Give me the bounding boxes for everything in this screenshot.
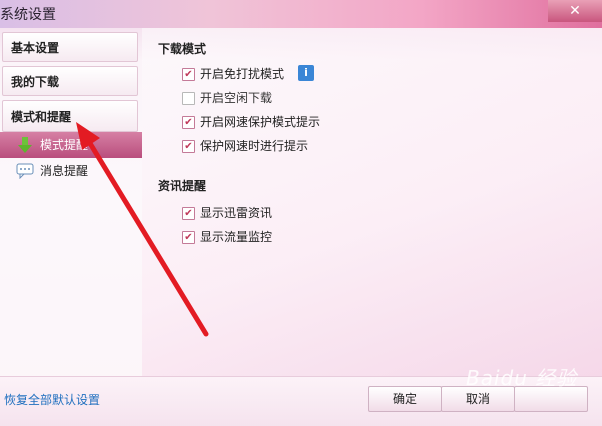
- option-protect-speed-notify[interactable]: ✔ 保护网速时进行提示: [182, 137, 308, 155]
- settings-window: 系统设置 ✕ 基本设置 我的下载 模式和提醒 模式提醒 消息提醒 下载模式 ✔ …: [0, 0, 602, 426]
- checkbox-checked[interactable]: ✔: [182, 116, 195, 129]
- sidebar-item-mode-and-reminder[interactable]: 模式和提醒: [2, 100, 138, 132]
- speech-bubble-icon: [16, 163, 34, 179]
- option-label: 开启空闲下载: [200, 91, 273, 105]
- sidebar-item-my-downloads[interactable]: 我的下载: [2, 66, 138, 96]
- option-speed-protection-hint[interactable]: ✔ 开启网速保护模式提示: [182, 113, 320, 131]
- sidebar: 基本设置 我的下载 模式和提醒 模式提醒 消息提醒: [0, 28, 142, 376]
- ok-button[interactable]: 确定: [368, 386, 442, 412]
- option-show-traffic-monitor[interactable]: ✔ 显示流量监控: [182, 228, 272, 246]
- option-do-not-disturb[interactable]: ✔ 开启免打扰模式: [182, 65, 284, 83]
- checkbox-unchecked[interactable]: [182, 92, 195, 105]
- green-down-arrow-icon: [18, 137, 32, 153]
- checkbox-checked[interactable]: ✔: [182, 231, 195, 244]
- checkbox-checked[interactable]: ✔: [182, 68, 195, 81]
- title-bar: 系统设置 ✕: [0, 0, 602, 28]
- option-label: 开启免打扰模式: [200, 67, 285, 81]
- restore-defaults-link[interactable]: 恢复全部默认设置: [4, 391, 100, 408]
- sidebar-subitem-mode-reminder[interactable]: 模式提醒: [0, 132, 142, 158]
- option-idle-download[interactable]: 开启空闲下载: [182, 89, 272, 107]
- checkbox-checked[interactable]: ✔: [182, 140, 195, 153]
- checkbox-checked[interactable]: ✔: [182, 207, 195, 220]
- option-label: 保护网速时进行提示: [200, 139, 309, 153]
- section-title-download-mode: 下载模式: [158, 42, 207, 56]
- window-title: 系统设置: [0, 7, 56, 23]
- sidebar-item-basic-settings[interactable]: 基本设置: [2, 32, 138, 62]
- close-button[interactable]: ✕: [548, 0, 602, 22]
- section-title-news-reminder: 资讯提醒: [158, 179, 207, 193]
- info-icon[interactable]: i: [298, 65, 314, 81]
- option-label: 显示流量监控: [200, 230, 273, 244]
- sidebar-subitem-label: 消息提醒: [40, 164, 89, 178]
- watermark-logo: Baidu 经验: [466, 366, 578, 390]
- option-label: 开启网速保护模式提示: [200, 115, 321, 129]
- option-show-news[interactable]: ✔ 显示迅雷资讯: [182, 204, 272, 222]
- sidebar-subitem-label: 模式提醒: [40, 138, 89, 152]
- option-label: 显示迅雷资讯: [200, 206, 273, 220]
- sidebar-subitem-message-reminder[interactable]: 消息提醒: [0, 158, 142, 184]
